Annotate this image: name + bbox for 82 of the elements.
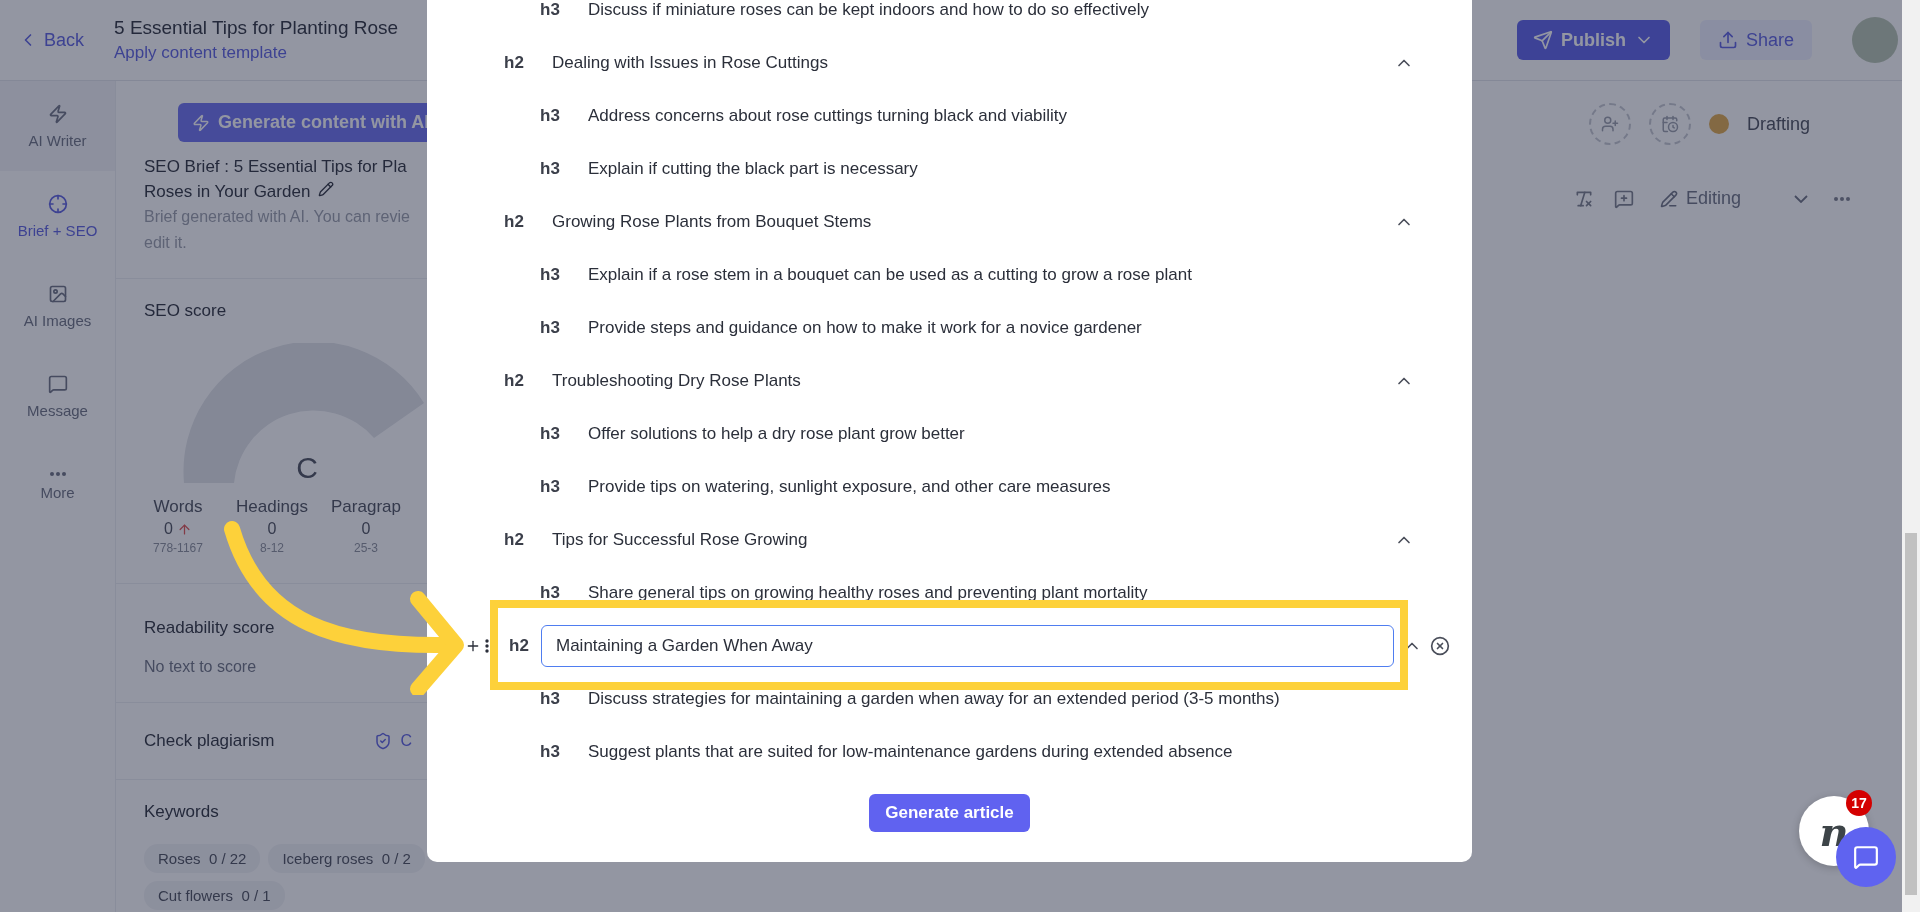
heading-text: Discuss strategies for maintaining a garden when away for an extended period (3-5 months) [588, 688, 1281, 709]
heading-text: Explain if a rose stem in a bouquet can be used as a cutting to grow a rose plant [588, 264, 1193, 285]
section-title: Keywords [144, 802, 220, 822]
nav-icon [47, 193, 68, 214]
heading-level: h3 [540, 688, 561, 709]
heading-level: h2 [504, 52, 525, 73]
send-icon [1532, 30, 1553, 50]
heading-text: Address concerns about rose cuttings turning black and viability [588, 105, 1069, 126]
stat-label: Words [153, 497, 203, 517]
status-dot [1708, 114, 1729, 134]
section-title: SEO score [144, 301, 228, 321]
stat-range: 25-3 [354, 541, 378, 555]
heading-text: Suggest plants that are suited for low-maintenance gardens during extended absence [588, 741, 1234, 762]
back-link[interactable]: Back [18, 29, 85, 51]
nav-item[interactable]: AI Writer [0, 81, 115, 171]
heading-text: Troubleshooting Dry Rose Plants [552, 370, 802, 391]
scrollbar[interactable] [1902, 0, 1920, 912]
stat-label: Headings [236, 497, 308, 517]
heading-level: h3 [540, 158, 561, 179]
heading-input[interactable]: Maintaining a Garden When Away [541, 624, 1394, 667]
brief-title: SEO Brief : 5 Essential Tips for Pla [144, 156, 408, 178]
drag-handle-icon[interactable] [485, 638, 489, 653]
nav-icon [47, 373, 68, 394]
section-title: Check plagiarism [144, 731, 275, 751]
stat-value: 0 [267, 520, 277, 538]
stat-value: 0 [361, 520, 371, 538]
heading-text: Dealing with Issues in Rose Cuttings [552, 52, 829, 73]
generate-article-button[interactable]: Generate article [869, 794, 1030, 832]
nav-item[interactable]: Brief + SEO [0, 171, 115, 261]
grade-text: C [296, 451, 318, 484]
nav-icon [47, 283, 68, 304]
heading-level: h2 [504, 529, 525, 550]
heading-text: Discuss if miniature roses can be kept indoors and how to do so effectively [588, 0, 1150, 20]
lightning-icon [192, 113, 210, 132]
stat-range: 8-12 [260, 541, 284, 555]
stat-label: Paragrap [331, 497, 401, 517]
heading-level: h3 [540, 264, 561, 285]
readability-note: No text to score [144, 657, 258, 677]
heading-level: h3 [540, 476, 561, 497]
keyword-chip: Cut flowers 0 / 1 [144, 881, 285, 910]
heading-level: h3 [540, 741, 561, 762]
heading-text: Share general tips on growing healthy roses and preventing plant mortality [588, 582, 1149, 603]
remove-icon [1430, 635, 1450, 656]
edit-icon [318, 181, 335, 197]
heading-text: Explain if cutting the black part is necessary [588, 158, 919, 179]
heading-text: Tips for Successful Rose Growing [552, 529, 809, 550]
nav-icon [49, 471, 66, 476]
nav-icon [47, 103, 68, 124]
status-text: Drafting [1746, 113, 1810, 135]
notification-badge: 17 [1846, 790, 1872, 816]
more-icon[interactable] [1834, 196, 1850, 201]
publish-button[interactable]: Publish [1516, 20, 1670, 60]
chat-bubble-icon [1853, 844, 1879, 870]
heading-level: h3 [540, 105, 561, 126]
nav-item[interactable]: More [0, 441, 115, 531]
keyword-chip: Iceberg roses 0 / 2 [268, 844, 425, 873]
pencil-icon [1660, 189, 1678, 208]
shield-icon [374, 732, 393, 750]
heading-text: Growing Rose Plants from Bouquet Stems [552, 211, 873, 232]
plagiarism-link[interactable]: C [400, 732, 412, 750]
heading-level: h3 [540, 582, 561, 603]
comment-icon [1614, 188, 1634, 209]
upload-icon [1717, 30, 1738, 50]
nav-item[interactable]: Message [0, 351, 115, 441]
heading-text: Provide steps and guidance on how to make it work for a novice gardener [588, 317, 1143, 338]
stat-value: 0 [164, 520, 192, 538]
share-button[interactable]: Share [1699, 20, 1812, 60]
section-title: Readability score [144, 618, 276, 638]
article-title: 5 Essential Tips for Planting Rose [114, 17, 400, 39]
heading-level: h2 [504, 370, 525, 391]
stat-range: 778-1167 [153, 541, 203, 555]
heading-text: Provide tips on watering, sunlight exposure, and other care measures [588, 476, 1112, 497]
heading-text: Offer solutions to help a dry rose plant grow better [588, 423, 966, 444]
heading-level: h3 [540, 0, 561, 20]
caret-icon [1794, 194, 1808, 203]
heading-level: h2 [504, 211, 525, 232]
heading-level: h3 [540, 317, 561, 338]
keyword-chip: Roses 0 / 22 [144, 844, 261, 873]
mode-dropdown[interactable]: Editing [1654, 187, 1814, 210]
heading-level: h3 [540, 423, 561, 444]
heading-level: h2 [509, 635, 530, 656]
nav-item[interactable]: AI Images [0, 261, 115, 351]
